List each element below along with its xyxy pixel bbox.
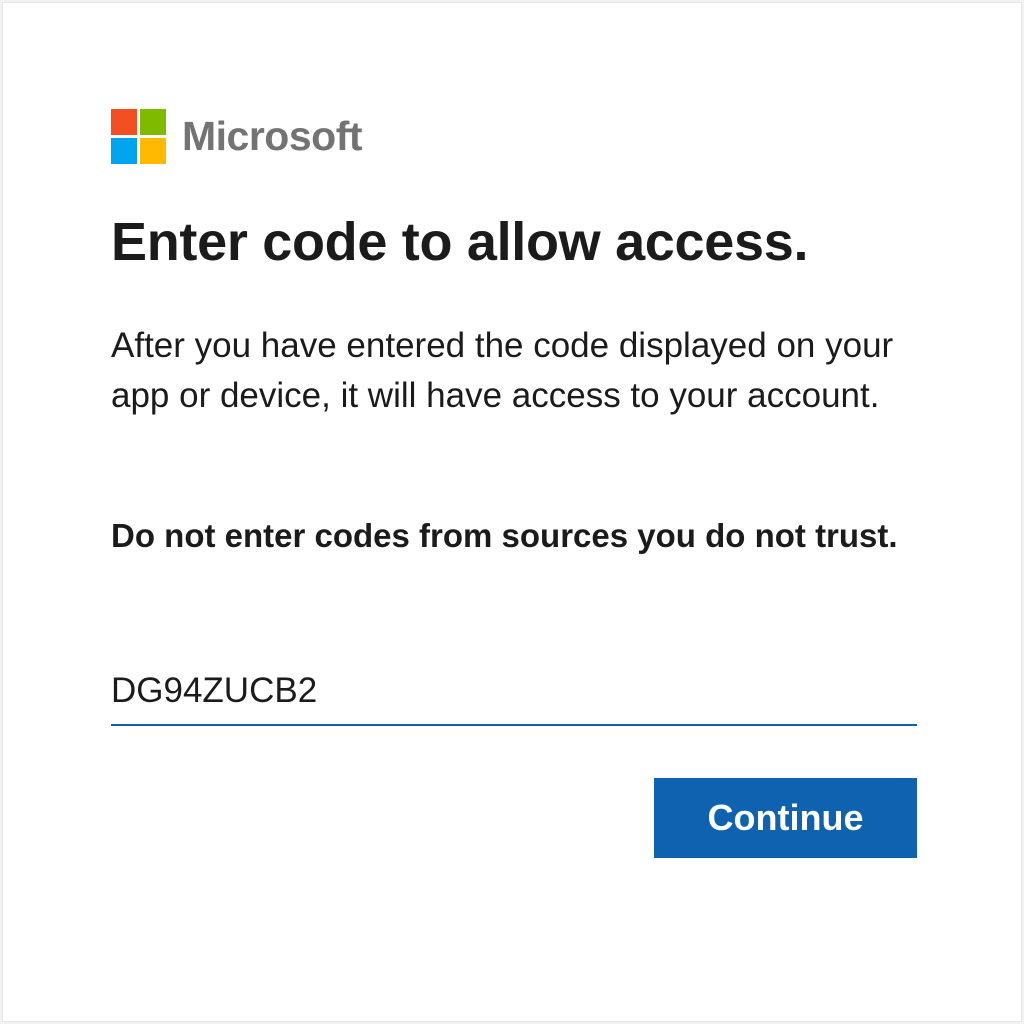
brand-header: Microsoft (111, 109, 363, 164)
microsoft-logo-icon (111, 109, 166, 164)
warning-text: Do not enter codes from sources you do n… (111, 517, 898, 554)
logo-square-green (140, 109, 166, 135)
code-input[interactable] (111, 658, 917, 726)
device-code-page: Microsoft Enter code to allow access. Af… (2, 2, 1022, 1022)
continue-button[interactable]: Continue (654, 778, 917, 858)
logo-square-yellow (140, 138, 166, 164)
logo-square-blue (111, 138, 137, 164)
logo-square-red (111, 109, 137, 135)
description-text: After you have entered the code displaye… (111, 326, 894, 415)
brand-wordmark: Microsoft (182, 113, 363, 159)
page-title: Enter code to allow access. (111, 212, 809, 272)
